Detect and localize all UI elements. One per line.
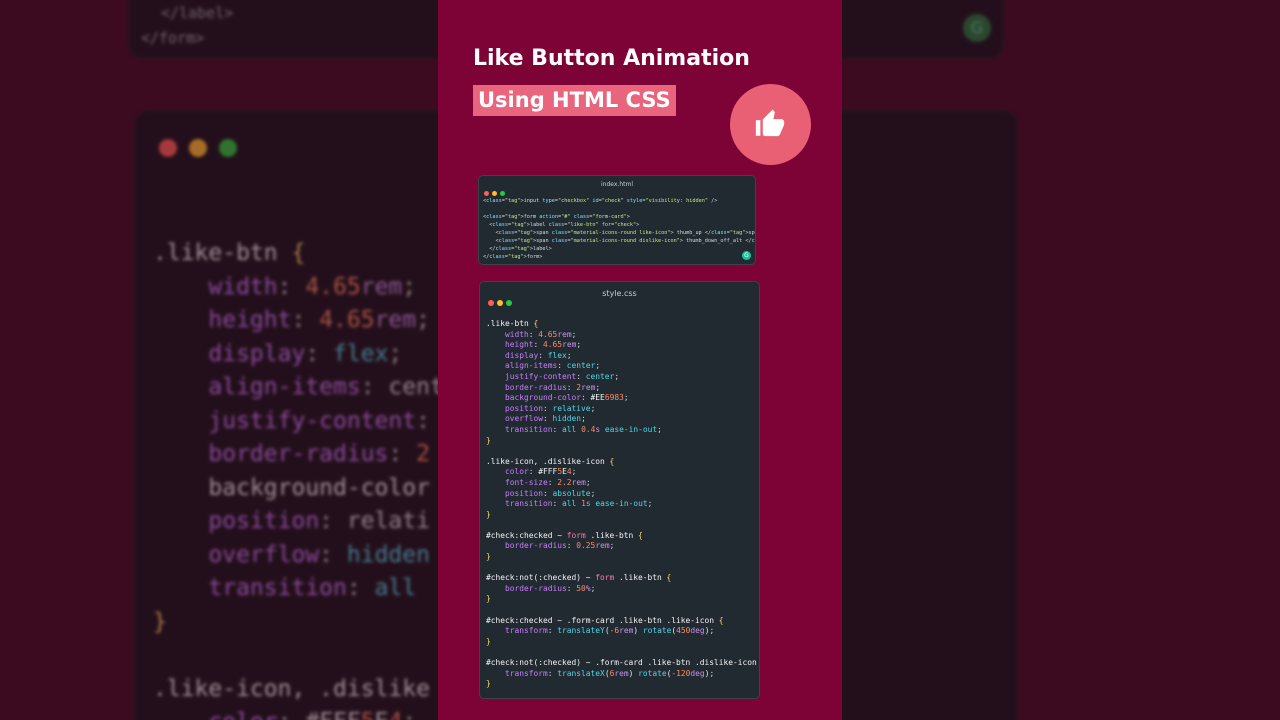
code-line: justify-content: (208, 407, 430, 434)
code-line: transform: translateY(-6rem) rotate(450d… (505, 626, 715, 636)
code-line: width: 4.65rem; (208, 273, 417, 300)
maximize-dot-icon[interactable] (506, 300, 512, 306)
code-line: position: absolute; (505, 488, 596, 498)
code-line: display: flex; (505, 350, 572, 360)
background-top-code: </label> </form> (141, 1, 233, 51)
close-dot-icon[interactable] (488, 300, 494, 306)
css-code-window: style.css .like-btn { width: 4.65rem; he… (479, 281, 760, 699)
minimize-dot-icon[interactable] (497, 300, 503, 306)
page-subtitle: Using HTML CSS (473, 85, 676, 116)
code-line: transform: translateX(6rem) rotate(-120d… (505, 668, 715, 678)
code-line: <class="tag">label class="like-btn" for=… (483, 222, 640, 229)
code-line: color: #FFF5E4; (505, 467, 577, 477)
code-line: <class="tag">span class="material-icons-… (483, 238, 755, 245)
code-line: transition: all 1s ease-in-out; (505, 499, 653, 509)
code-line: color: #FFF5E4; (153, 706, 444, 720)
code-line: border-radius: 0.25rem; (505, 541, 615, 551)
minimize-dot-icon[interactable] (492, 191, 497, 196)
window-title: style.css (602, 289, 637, 298)
code-line: width: 4.65rem; (505, 329, 577, 339)
code-line: background-color (153, 474, 430, 501)
code-line: background-color: #EE6983; (505, 393, 629, 403)
code-line: #check:not(:checked) ~ .form-card .like-… (486, 658, 760, 667)
code-line: } (486, 435, 491, 445)
page-title: Like Button Animation (473, 46, 750, 71)
window-titlebar: index.html (479, 176, 755, 196)
code-line: #check:not(:checked) ~ form .like-btn { (486, 573, 672, 583)
grammarly-icon[interactable]: G (742, 251, 751, 260)
code-line: } (486, 552, 491, 562)
code-line: position: relati (208, 508, 430, 534)
css-code-block: .like-btn { width: 4.65rem; height: 4.65… (486, 319, 760, 690)
minimize-dot-icon (189, 139, 207, 157)
code-line: justify-content: center; (505, 371, 620, 381)
code-line: <class="tag">span class="material-icons-… (483, 230, 755, 237)
code-line: } (486, 509, 491, 519)
code-line: #check:checked ~ .form-card .like-btn .l… (486, 615, 724, 625)
code-line: </class="tag">label> (483, 246, 552, 253)
code-line: align-items: center; (505, 361, 601, 371)
code-line: } (153, 608, 167, 635)
maximize-dot-icon[interactable] (500, 191, 505, 196)
html-code-window: index.html <class="tag">input type="chec… (478, 175, 756, 265)
code-line: <class="tag">input type="checkbox" id="c… (483, 198, 718, 204)
window-title: index.html (601, 181, 633, 188)
code-line: display: flex; (208, 340, 403, 367)
grammarly-icon: G (963, 14, 991, 42)
code-line: overflow: hidden (208, 541, 430, 568)
close-dot-icon[interactable] (484, 191, 489, 196)
code-line: border-radius: 50%; (505, 583, 596, 593)
code-line: .like-icon, .dislike-icon { (486, 456, 615, 466)
code-line: </label> (161, 4, 234, 22)
like-button[interactable] (730, 84, 811, 165)
maximize-dot-icon (219, 139, 237, 157)
code-line: <class="tag">form action="#" class="form… (483, 214, 630, 221)
code-line: .like-btn { (486, 319, 539, 328)
center-panel: Like Button Animation Using HTML CSS ind… (438, 0, 842, 720)
code-line: } (486, 679, 491, 689)
close-dot-icon (159, 139, 177, 157)
code-line: height: 4.65rem; (505, 340, 582, 350)
window-titlebar: style.css (480, 282, 759, 306)
code-line: border-radius: 2rem; (505, 382, 601, 392)
code-line: </class="tag">form> (483, 254, 543, 261)
code-line: border-radius: 2 (208, 441, 430, 467)
html-code-block: <class="tag">input type="checkbox" id="c… (483, 197, 755, 261)
code-line: .like-icon, .dislike (153, 675, 430, 702)
code-line: transition: all (208, 575, 417, 601)
code-line: align-items: cent (208, 374, 444, 400)
code-line: } (486, 636, 491, 646)
code-line: #check:checked ~ form .like-btn { (486, 530, 643, 540)
code-line: overflow: hidden; (505, 414, 586, 424)
code-line: .like-btn { (153, 240, 306, 266)
code-line: position: relative; (505, 403, 596, 413)
code-line: font-size: 2.2rem; (505, 477, 591, 487)
window-controls (159, 139, 249, 161)
code-line: </form> (141, 29, 205, 47)
code-line: height: 4.65rem; (208, 307, 430, 333)
code-line: transition: all 0.4s ease-in-out; (505, 424, 662, 434)
code-line: } (486, 594, 491, 604)
thumbs-up-icon (755, 109, 785, 137)
background-code: .like-btn { width: 4.65rem; height: 4.65… (153, 237, 444, 720)
